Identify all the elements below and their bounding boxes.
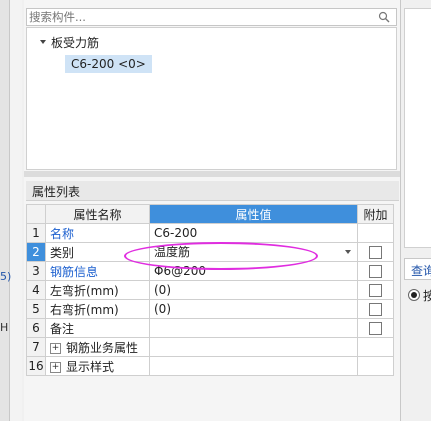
add-checkbox[interactable]	[369, 322, 382, 335]
property-row[interactable]: 2 类别 温度筋	[26, 242, 394, 262]
property-name: 右弯折(mm)	[50, 302, 119, 317]
row-number: 2	[26, 242, 46, 262]
query-radio-label: 按	[423, 289, 431, 303]
row-number: 7	[26, 337, 46, 357]
property-name-cell: + 钢筋业务属性	[45, 337, 150, 357]
property-row[interactable]: 3 钢筋信息 Φ6@200	[26, 261, 394, 281]
property-name: 类别	[50, 245, 75, 260]
query-tab[interactable]: 查询	[404, 258, 431, 280]
row-number: 5	[26, 299, 46, 319]
left-strip-text-1: 5)	[0, 270, 12, 283]
property-row[interactable]: 4 左弯折(mm) (0)	[26, 280, 394, 300]
row-number: 6	[26, 318, 46, 338]
query-radio[interactable]	[408, 289, 420, 301]
add-checkbox[interactable]	[369, 284, 382, 297]
right-panel-content	[404, 8, 431, 248]
property-list-title: 属性列表	[32, 185, 81, 199]
property-name-cell: 类别	[45, 242, 150, 262]
add-checkbox[interactable]	[369, 265, 382, 278]
category-dropdown[interactable]: 温度筋	[154, 244, 353, 261]
property-name-cell: 名称	[45, 223, 150, 243]
search-input[interactable]	[29, 10, 369, 24]
add-cell	[357, 280, 394, 300]
header-name[interactable]: 属性名称	[45, 204, 150, 224]
property-value: Φ6@200	[154, 264, 206, 278]
add-cell	[357, 223, 394, 243]
row-number: 4	[26, 280, 46, 300]
header-add[interactable]: 附加	[357, 204, 394, 224]
expand-plus-icon[interactable]: +	[50, 361, 61, 373]
radio-dot-icon	[411, 292, 417, 298]
property-list-header: 属性列表	[26, 181, 399, 201]
property-row[interactable]: 7 + 钢筋业务属性	[26, 337, 394, 357]
header-value[interactable]: 属性值	[149, 204, 358, 224]
row-number: 3	[26, 261, 46, 281]
property-row[interactable]: 5 右弯折(mm) (0)	[26, 299, 394, 319]
property-value-cell[interactable]: (0)	[149, 299, 358, 319]
component-tree: 板受力筋 C6-200 <0>	[26, 27, 397, 170]
splitter[interactable]	[24, 171, 400, 177]
property-value: (0)	[154, 283, 171, 297]
property-value-cell[interactable]: (0)	[149, 280, 358, 300]
property-row[interactable]: 6 备注	[26, 318, 394, 338]
property-name: 名称	[50, 226, 75, 241]
left-edge-strip	[0, 0, 10, 421]
property-name-cell: 左弯折(mm)	[45, 280, 150, 300]
add-checkbox[interactable]	[369, 246, 382, 259]
property-name-cell: 钢筋信息	[45, 261, 150, 281]
property-name: 备注	[50, 321, 75, 336]
property-name: 左弯折(mm)	[50, 283, 119, 298]
property-table-header-row: 属性名称 属性值 附加	[26, 204, 394, 224]
add-cell	[357, 337, 394, 357]
left-edge-panel	[10, 0, 22, 421]
search-box[interactable]	[26, 8, 397, 26]
property-value-cell[interactable]	[149, 356, 358, 376]
left-strip-text-2: H	[0, 321, 9, 334]
property-value-cell[interactable]	[149, 318, 358, 338]
property-name: 显示样式	[66, 359, 115, 374]
row-number: 1	[26, 223, 46, 243]
category-dropdown-value: 温度筋	[154, 244, 191, 259]
add-cell	[357, 356, 394, 376]
property-name-cell: + 显示样式	[45, 356, 150, 376]
add-cell	[357, 261, 394, 281]
property-name: 钢筋业务属性	[66, 340, 139, 355]
property-table: 属性名称 属性值 附加 1 名称 C6-200 2 类别 温度筋 3 钢筋信息 Φ6@200 4 左…	[26, 204, 394, 376]
tree-collapse-icon[interactable]	[39, 38, 47, 46]
tree-node-selected[interactable]: C6-200 <0>	[65, 55, 152, 73]
property-value: (0)	[154, 302, 171, 316]
property-name-cell: 右弯折(mm)	[45, 299, 150, 319]
property-value-cell[interactable]: 温度筋	[149, 242, 358, 262]
add-cell	[357, 242, 394, 262]
property-row[interactable]: 16 + 显示样式	[26, 356, 394, 376]
add-cell	[357, 299, 394, 319]
property-row[interactable]: 1 名称 C6-200	[26, 223, 394, 243]
property-value-cell[interactable]: Φ6@200	[149, 261, 358, 281]
property-value-cell[interactable]	[149, 337, 358, 357]
property-value: C6-200	[154, 226, 198, 240]
chevron-down-icon[interactable]	[345, 249, 351, 254]
search-icon[interactable]	[378, 11, 390, 23]
property-value-cell[interactable]: C6-200	[149, 223, 358, 243]
add-cell	[357, 318, 394, 338]
property-name: 钢筋信息	[50, 264, 99, 279]
add-checkbox[interactable]	[369, 303, 382, 316]
expand-plus-icon[interactable]: +	[50, 342, 61, 354]
row-number: 16	[26, 356, 46, 376]
property-name-cell: 备注	[45, 318, 150, 338]
tree-node-parent[interactable]: 板受力筋	[51, 34, 99, 51]
header-rownum	[26, 204, 46, 224]
